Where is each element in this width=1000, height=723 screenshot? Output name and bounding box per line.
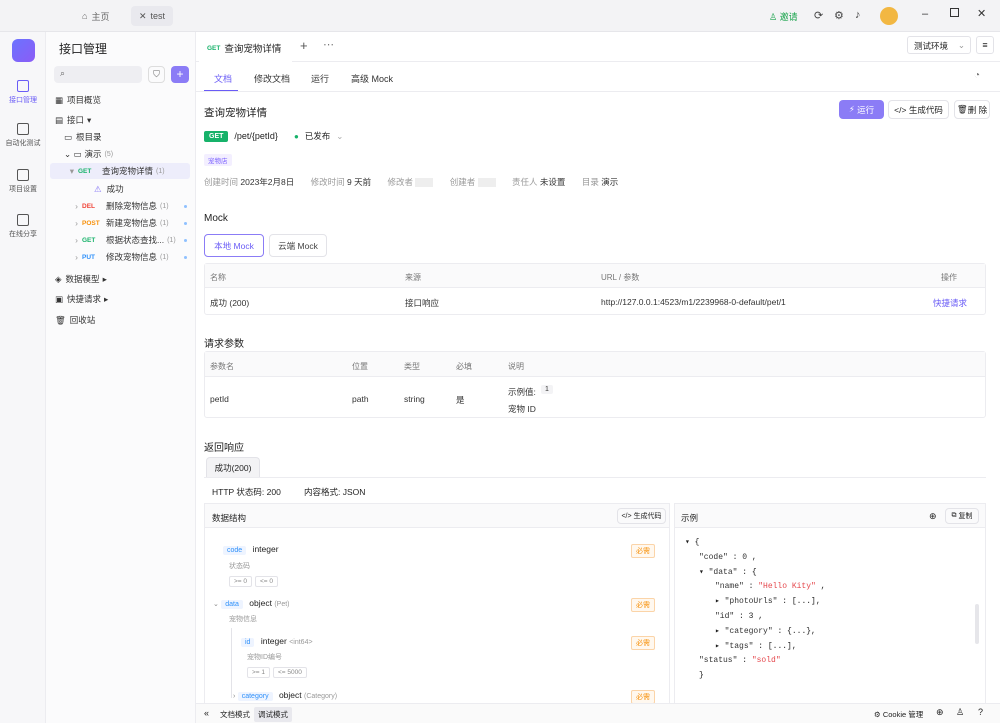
project-tab[interactable]: ✕ test xyxy=(131,6,174,26)
nav-rail: 接口管理 自动化测试 项目设置 在线分享 xyxy=(0,32,46,723)
mock-title: Mock xyxy=(204,213,228,224)
copy-button[interactable]: ⧉ 复制 xyxy=(945,508,979,524)
debug-mode-button[interactable]: 调试模式 xyxy=(254,707,292,722)
tab-strip xyxy=(196,32,1000,62)
sidebar-title: 接口管理 xyxy=(59,42,108,56)
settings-icon xyxy=(17,169,29,181)
gear-icon[interactable]: ⚙ xyxy=(834,9,844,22)
filter-button[interactable]: ⛉ xyxy=(148,66,165,83)
mock-url[interactable]: http://127.0.0.1:4523/m1/2239968-0-defau… xyxy=(601,297,786,307)
content-format: 内容格式: JSON xyxy=(304,487,366,497)
footer: « 文档模式 调试模式 ⚙ Cookie 管理 ⊕ ♙ ? xyxy=(196,703,1000,723)
schema-panel: 数据结构 </> 生成代码 code integer 必需 状态码 >= 0 <=… xyxy=(204,503,670,704)
local-mock-tab[interactable]: 本地 Mock xyxy=(204,234,264,257)
tree-quick[interactable]: ▣ 快捷请求 ▸ xyxy=(55,291,205,307)
new-tab-button[interactable]: + xyxy=(300,38,308,53)
rail-share[interactable]: 在线分享 xyxy=(0,214,46,239)
schema-title: 数据结构 xyxy=(212,513,247,523)
bell-icon[interactable]: ♪ xyxy=(855,9,861,21)
example-title: 示例 xyxy=(681,513,699,523)
meta-row: 创建时间 2023年2月8日 修改时间 9 天前 修改者 创建者 责任人 未设置… xyxy=(204,177,619,188)
api-tab[interactable]: GET 查询宠物详情 xyxy=(199,36,292,62)
tree-item-post[interactable]: › POST 新建宠物信息 (1) xyxy=(46,215,196,231)
params-title: 请求参数 xyxy=(204,339,244,350)
tree-overview[interactable]: ▦ 项目概览 xyxy=(55,92,205,108)
history-icon[interactable]: ◔ xyxy=(974,70,980,81)
avatar[interactable] xyxy=(880,7,898,25)
api-icon xyxy=(17,80,29,92)
search-icon: ⌕ xyxy=(60,68,66,78)
home-icon: ⌂ xyxy=(82,11,88,21)
api-title: 查询宠物详情 xyxy=(204,107,267,119)
stack-icon xyxy=(17,123,29,135)
tree-api[interactable]: ▤ 接口 ▾ xyxy=(55,112,205,128)
mock-name: 成功 (200) xyxy=(210,298,250,308)
api-endpoint: GET /pet/{petId} ● 已发布 ⌄ xyxy=(204,130,343,142)
http-status: HTTP 状态码: 200 xyxy=(212,487,281,497)
tree-item-put[interactable]: › PUT 修改宠物信息 (1) xyxy=(46,249,196,265)
generate-code-button[interactable]: </> 生成代码 xyxy=(888,100,949,119)
response-tab-200[interactable]: 成功(200) xyxy=(206,457,260,477)
quick-request-link[interactable]: 快捷请求 xyxy=(933,297,967,309)
tree-item-find-status[interactable]: › GET 根据状态查找... (1) xyxy=(46,232,196,248)
scrollbar[interactable] xyxy=(975,604,979,644)
cloud-mock-tab[interactable]: 云端 Mock xyxy=(269,234,327,257)
tree-demo[interactable]: ⌄ ▭ 演示 (5) xyxy=(64,146,214,162)
field-id: id integer <int64> 必需 宠物ID编号 >= 1 <= 5000 xyxy=(241,636,663,678)
status-select[interactable]: 已发布 xyxy=(305,130,331,142)
field-data: ⌄ data object (Pet) 必需 宠物信息 xyxy=(213,598,663,624)
json-example: ▾ { "code" : 0 , ▾ "data" : { "name" : "… xyxy=(685,538,826,681)
params-table: 参数名 位置 类型 必填 说明 petId path string 是 示例值:… xyxy=(204,351,986,418)
add-button[interactable]: + xyxy=(171,66,189,83)
close-icon[interactable]: ✕ xyxy=(977,7,986,20)
tab-edit[interactable]: 修改文档 xyxy=(254,72,290,85)
field-code: code integer 必需 状态码 >= 0 <= 0 xyxy=(223,544,663,587)
home-tab[interactable]: ⌂ 主页 xyxy=(74,6,117,26)
run-button[interactable]: ⚡ 运行 xyxy=(839,100,884,119)
tab-doc[interactable]: 文档 xyxy=(214,72,232,85)
schema-gen-button[interactable]: </> 生成代码 xyxy=(617,508,666,524)
title-bar: ⌂ 主页 ✕ test ♙ 邀请 ⟳ ⚙ ♪ – ✕ xyxy=(0,0,1000,32)
maximize-icon[interactable] xyxy=(950,8,959,17)
more-icon[interactable]: ⋯ xyxy=(323,38,334,51)
collapse-icon[interactable]: « xyxy=(204,708,209,718)
mock-source: 接口响应 xyxy=(405,298,440,308)
app-logo xyxy=(12,39,35,62)
tab-run[interactable]: 运行 xyxy=(311,72,329,85)
sync-icon[interactable]: ⟳ xyxy=(814,9,823,22)
env-select[interactable]: 测试环境 ⌄ xyxy=(907,36,971,54)
settings-icon[interactable]: ⊕ xyxy=(929,511,937,522)
field-category: › category object (Category) 必需 xyxy=(233,690,663,704)
doc-mode-button[interactable]: 文档模式 xyxy=(220,709,250,720)
response-title: 返回响应 xyxy=(204,443,244,454)
add-circle-icon[interactable]: ⊕ xyxy=(936,707,944,718)
tree-item-delete[interactable]: › DEL 删除宠物信息 (1) xyxy=(46,198,196,214)
rail-api-management[interactable]: 接口管理 xyxy=(0,80,46,105)
minimize-icon[interactable]: – xyxy=(922,8,928,20)
menu-icon[interactable]: ≡ xyxy=(976,36,994,54)
tree-trash[interactable]: 🗑 回收站 xyxy=(55,312,205,328)
rail-automation[interactable]: 自动化测试 xyxy=(0,123,46,148)
mock-table: 名称 来源 URL / 参数 操作 成功 (200) 接口响应 http://1… xyxy=(204,263,986,315)
tree-item-get-pet[interactable]: ▾ GET 查询宠物详情 (1) xyxy=(50,163,190,179)
example-panel: 示例 ⊕ ⧉ 复制 ▾ { "code" : 0 , ▾ "data" : { … xyxy=(674,503,986,703)
help-icon[interactable]: ? xyxy=(978,707,983,717)
shirt-icon[interactable]: ♙ xyxy=(956,707,964,718)
tab-mock[interactable]: 高级 Mock xyxy=(351,72,393,85)
tag-badge: 宠物店 xyxy=(204,154,232,166)
delete-button[interactable]: 🗑 删 除 xyxy=(954,100,990,119)
tree-root[interactable]: ▭ 根目录 xyxy=(64,129,214,145)
tree-models[interactable]: ◈ 数据模型 ▸ xyxy=(55,271,205,287)
api-path: /pet/{petId} xyxy=(234,131,278,141)
share-icon xyxy=(17,214,29,226)
search-input[interactable]: ⌕ xyxy=(54,66,142,83)
rail-settings[interactable]: 项目设置 xyxy=(0,169,46,194)
invite-button[interactable]: ♙ 邀请 xyxy=(769,10,798,23)
method-badge: GET xyxy=(204,130,229,142)
sidebar: 接口管理 ⌕ ⛉ + ▦ 项目概览 ▤ 接口 ▾ ▭ 根目录 ⌄ ▭ 演示 (5) ▾ GET… xyxy=(46,32,196,723)
cookie-button[interactable]: ⚙ Cookie 管理 xyxy=(874,709,923,720)
